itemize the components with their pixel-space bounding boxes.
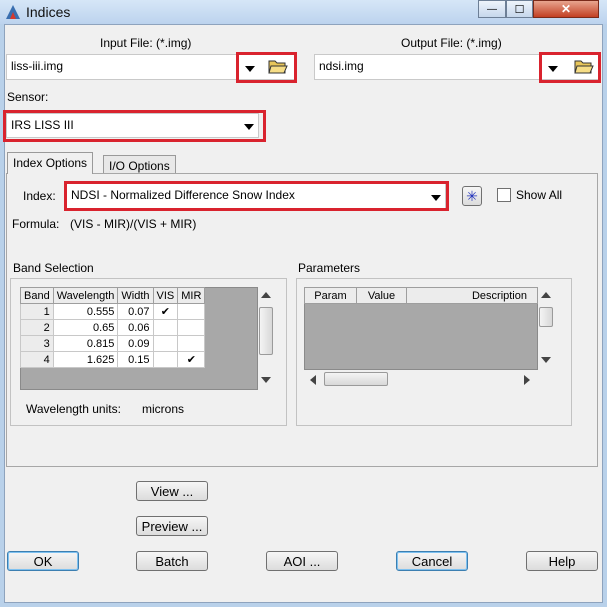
table-row[interactable]: 1 0.555 0.07 ✔ <box>20 303 206 320</box>
wavelength-cell[interactable]: 0.65 <box>52 319 119 336</box>
col-mir[interactable]: MIR <box>177 287 206 304</box>
band-selection-title: Band Selection <box>13 261 94 275</box>
col-param[interactable]: Param <box>304 287 357 304</box>
aoi-button[interactable]: AOI ... <box>266 551 338 571</box>
close-button[interactable]: ✕ <box>533 0 599 18</box>
band-cell: 1 <box>20 303 54 320</box>
col-vis[interactable]: VIS <box>152 287 179 304</box>
formula-value: (VIS - MIR)/(VIS + MIR) <box>70 217 197 231</box>
band-cell: 4 <box>20 351 54 368</box>
window-title: Indices <box>26 4 71 20</box>
cancel-button-label: Cancel <box>411 553 453 569</box>
wavelength-cell[interactable]: 0.555 <box>52 303 119 320</box>
parameters-hscrollbar[interactable] <box>304 371 538 388</box>
minimize-button[interactable]: — <box>478 0 506 18</box>
band-cell: 3 <box>20 335 54 352</box>
formula-label: Formula: <box>12 217 60 231</box>
band-table-scrollbar[interactable] <box>258 287 274 390</box>
dropdown-arrow-icon[interactable] <box>245 66 255 72</box>
maximize-button[interactable]: ☐ <box>506 0 533 18</box>
index-selector-button[interactable]: ✳ <box>462 186 482 206</box>
tab-index-options[interactable]: Index Options <box>7 152 94 174</box>
parameters-vscrollbar[interactable] <box>538 287 554 370</box>
wavelength-units-value: microns <box>142 402 185 416</box>
title-bar: Indices — ☐ ✕ <box>0 0 607 24</box>
help-button-label: Help <box>548 553 576 569</box>
batch-button[interactable]: Batch <box>136 551 208 571</box>
wavelength-units-label: Wavelength units: <box>26 402 121 416</box>
parameters-table: Param Value Description <box>304 287 538 304</box>
vis-cell[interactable] <box>152 319 179 336</box>
sensor-highlight <box>3 110 266 142</box>
scroll-thumb[interactable] <box>324 372 388 386</box>
preview-button[interactable]: Preview ... <box>136 516 208 536</box>
asterisk-icon: ✳ <box>466 187 478 204</box>
ok-button-label: OK <box>33 553 53 569</box>
scroll-down-icon[interactable] <box>261 377 271 383</box>
parameters-title: Parameters <box>298 261 361 275</box>
view-button-label: View ... <box>150 483 194 499</box>
show-all-checkbox[interactable] <box>497 188 511 202</box>
help-button[interactable]: Help <box>526 551 598 571</box>
scroll-thumb[interactable] <box>539 307 553 327</box>
mir-cell[interactable]: ✔ <box>177 351 206 368</box>
scroll-down-icon[interactable] <box>541 357 551 363</box>
width-cell[interactable]: 0.15 <box>117 351 154 368</box>
width-cell[interactable]: 0.06 <box>117 319 154 336</box>
scroll-right-icon[interactable] <box>524 375 530 385</box>
mir-cell[interactable] <box>177 319 206 336</box>
band-table: Band Wavelength Width VIS MIR 1 0.555 0.… <box>20 287 206 368</box>
view-button[interactable]: View ... <box>136 481 208 501</box>
col-band[interactable]: Band <box>20 287 54 304</box>
app-indices-icon <box>6 5 20 19</box>
show-all-label: Show All <box>516 188 563 202</box>
tab-label: Index Options <box>13 156 88 170</box>
mir-cell[interactable] <box>177 335 206 352</box>
index-highlight <box>64 181 449 211</box>
table-row[interactable]: 3 0.815 0.09 <box>20 335 206 352</box>
scroll-left-icon[interactable] <box>310 375 316 385</box>
ok-button[interactable]: OK <box>7 551 79 571</box>
tab-label: I/O Options <box>109 159 170 173</box>
batch-button-label: Batch <box>155 553 189 569</box>
band-cell: 2 <box>20 319 54 336</box>
col-value[interactable]: Value <box>356 287 407 304</box>
table-row[interactable]: 2 0.65 0.06 <box>20 319 206 336</box>
width-cell[interactable]: 0.07 <box>117 303 154 320</box>
band-table-header: Band Wavelength Width VIS MIR <box>20 287 206 304</box>
input-file-value: liss-iii.img <box>11 59 63 73</box>
width-cell[interactable]: 0.09 <box>117 335 154 352</box>
wavelength-cell[interactable]: 1.625 <box>52 351 119 368</box>
vis-cell[interactable] <box>152 351 179 368</box>
vis-cell[interactable]: ✔ <box>152 303 179 320</box>
index-label: Index: <box>23 189 56 203</box>
input-file-label: Input File: (*.img) <box>100 36 192 50</box>
parameters-table-header: Param Value Description <box>304 287 538 304</box>
maximize-icon: ☐ <box>514 3 525 16</box>
output-file-label: Output File: (*.img) <box>401 36 502 50</box>
preview-button-label: Preview ... <box>141 518 203 534</box>
vis-cell[interactable] <box>152 335 179 352</box>
scroll-thumb[interactable] <box>259 307 273 355</box>
tab-io-options[interactable]: I/O Options <box>103 155 176 174</box>
folder-open-icon[interactable] <box>574 57 594 75</box>
scroll-up-icon[interactable] <box>261 292 271 298</box>
table-row[interactable]: 4 1.625 0.15 ✔ <box>20 351 206 368</box>
col-wavelength[interactable]: Wavelength <box>52 287 119 304</box>
scroll-up-icon[interactable] <box>541 292 551 298</box>
dropdown-arrow-icon[interactable] <box>548 66 558 72</box>
wavelength-cell[interactable]: 0.815 <box>52 335 119 352</box>
sensor-label: Sensor: <box>7 90 49 104</box>
col-description[interactable]: Description <box>406 287 538 304</box>
col-width[interactable]: Width <box>117 287 154 304</box>
close-icon: ✕ <box>560 2 572 16</box>
mir-cell[interactable] <box>177 303 206 320</box>
output-file-value: ndsi.img <box>319 59 364 73</box>
cancel-button[interactable]: Cancel <box>396 551 468 571</box>
folder-open-icon[interactable] <box>268 57 288 75</box>
minimize-icon: — <box>487 3 497 15</box>
aoi-button-label: AOI ... <box>283 553 321 569</box>
